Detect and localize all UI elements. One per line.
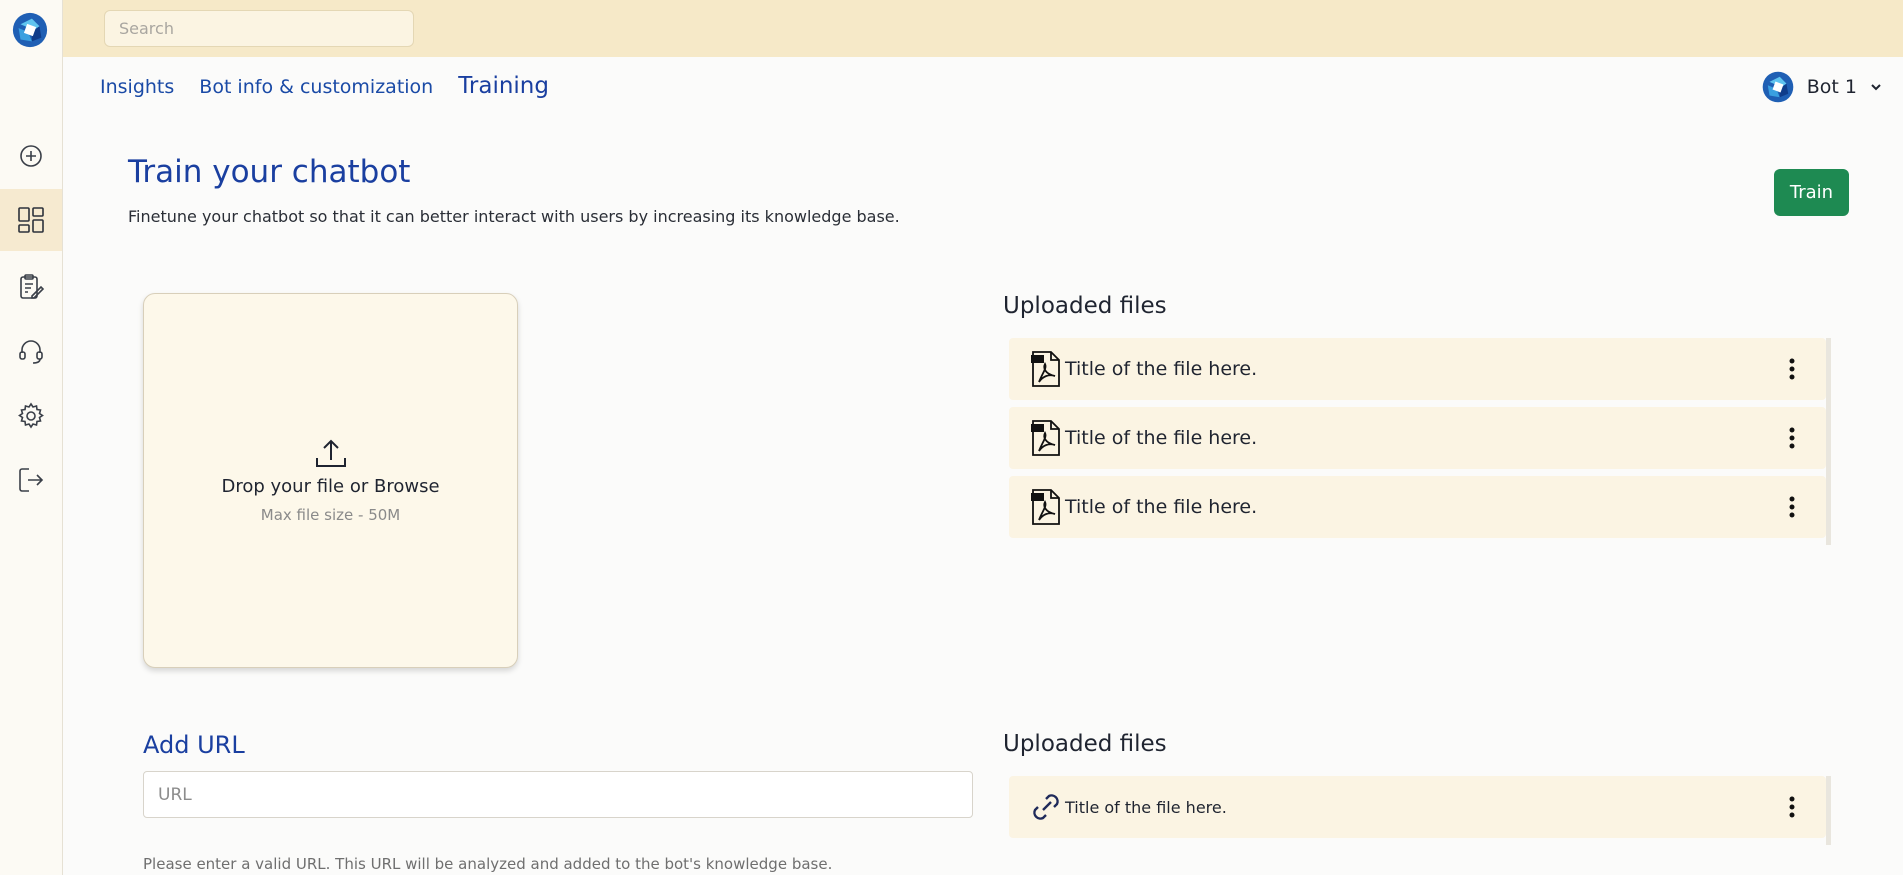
more-options-icon[interactable] bbox=[1788, 796, 1796, 818]
url-help-text: Please enter a valid URL. This URL will … bbox=[143, 855, 833, 873]
tab-bot-info[interactable]: Bot info & customization bbox=[199, 76, 433, 98]
bot-selector[interactable]: Bot 1 bbox=[1761, 70, 1883, 104]
top-bar bbox=[63, 0, 1903, 57]
clipboard-edit-icon bbox=[20, 274, 45, 299]
file-dropzone[interactable]: Drop your file or Browse Max file size -… bbox=[143, 293, 518, 668]
dropzone-sublabel: Max file size - 50M bbox=[260, 506, 401, 524]
sidebar-item-settings[interactable] bbox=[0, 385, 62, 447]
file-title: Title of the file here. bbox=[1065, 358, 1258, 380]
file-row[interactable]: Title of the file here. bbox=[1009, 338, 1826, 400]
sidebar-item-support[interactable] bbox=[0, 320, 62, 382]
page-subtitle: Finetune your chatbot so that it can bet… bbox=[128, 207, 900, 226]
train-button[interactable]: Train bbox=[1774, 169, 1849, 216]
bot-name: Bot 1 bbox=[1806, 76, 1857, 98]
pdf-icon bbox=[1031, 489, 1060, 525]
dashboard-icon bbox=[18, 207, 44, 233]
file-title: Title of the file here. bbox=[1065, 496, 1258, 518]
sidebar-item-add[interactable] bbox=[0, 125, 62, 187]
uploaded-files-title: Uploaded files bbox=[1003, 293, 1167, 319]
uploaded-urls-title: Uploaded files bbox=[1003, 731, 1167, 757]
pdf-icon bbox=[1031, 351, 1060, 387]
sidebar bbox=[0, 0, 63, 875]
upload-icon bbox=[316, 439, 346, 467]
gear-icon bbox=[18, 402, 44, 429]
bot-avatar-icon bbox=[1762, 71, 1794, 103]
more-options-icon[interactable] bbox=[1788, 358, 1796, 380]
add-url-title: Add URL bbox=[143, 731, 245, 759]
dropzone-label: Drop your file or Browse bbox=[221, 476, 440, 497]
file-row[interactable]: Title of the file here. bbox=[1009, 407, 1826, 469]
app-logo-icon[interactable] bbox=[11, 11, 49, 49]
url-row[interactable]: Title of the file here. bbox=[1009, 776, 1826, 838]
uploaded-urls-list: Title of the file here. bbox=[1009, 776, 1831, 845]
tab-insights[interactable]: Insights bbox=[100, 76, 174, 98]
page-title: Train your chatbot bbox=[128, 154, 411, 190]
link-icon bbox=[1033, 794, 1059, 820]
add-circle-icon bbox=[20, 145, 42, 167]
more-options-icon[interactable] bbox=[1788, 496, 1796, 518]
tab-training[interactable]: Training bbox=[458, 73, 549, 99]
uploaded-files-list: Title of the file here. Title of the fil… bbox=[1009, 338, 1831, 545]
logout-icon bbox=[19, 468, 44, 492]
chevron-down-icon bbox=[1871, 84, 1881, 91]
search-input[interactable] bbox=[104, 10, 414, 47]
main-nav: Insights Bot info & customization Traini… bbox=[100, 73, 549, 99]
more-options-icon[interactable] bbox=[1788, 427, 1796, 449]
sidebar-item-dashboard[interactable] bbox=[0, 189, 62, 251]
file-title: Title of the file here. bbox=[1065, 427, 1258, 449]
url-input[interactable] bbox=[143, 771, 973, 818]
sidebar-item-logout[interactable] bbox=[0, 449, 62, 511]
pdf-icon bbox=[1031, 420, 1060, 456]
file-row[interactable]: Title of the file here. bbox=[1009, 476, 1826, 538]
headset-icon bbox=[19, 340, 43, 364]
sidebar-item-edit[interactable] bbox=[0, 256, 62, 318]
url-title: Title of the file here. bbox=[1065, 797, 1227, 817]
